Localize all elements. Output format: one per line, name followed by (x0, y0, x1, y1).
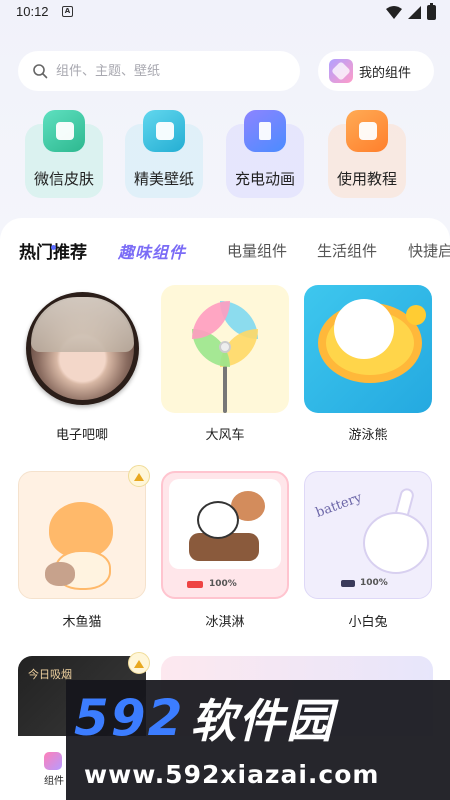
battery-mini-icon (341, 579, 355, 587)
widget-card-wooden-fish-cat[interactable] (18, 471, 146, 599)
quick-charging-animation[interactable]: 充电动画 (222, 108, 308, 200)
widget-caption: 冰淇淋 (205, 615, 245, 630)
battery-charge-icon (244, 110, 286, 152)
quick-label: 精美壁纸 (133, 170, 194, 188)
my-widgets-label: 我的组件 (359, 65, 412, 81)
watermark-logo-number: 592 (74, 689, 185, 747)
signal-icon (408, 6, 421, 19)
pinwheel-hub (219, 341, 231, 353)
widget-card-swim-bear[interactable] (304, 285, 432, 413)
tab-battery[interactable]: 电量组件 (227, 240, 287, 261)
widget-card-white-rabbit[interactable]: battery 100% (304, 471, 432, 599)
document-icon (346, 110, 388, 152)
tab-life[interactable]: 生活组件 (317, 240, 377, 261)
bottom-nav-widgets-label[interactable]: 组件 (44, 772, 64, 787)
widget-card-ice-cream[interactable]: 100% (161, 471, 289, 599)
quick-actions: 微信皮肤 精美壁纸 充电动画 使用教程 (0, 108, 450, 200)
quick-wallpaper[interactable]: 精美壁纸 (121, 108, 207, 200)
watermark-url: www.592xiazai.com (84, 760, 380, 789)
battery-level: 100% (341, 578, 388, 588)
battery-mini-icon (187, 580, 203, 588)
wifi-icon (386, 6, 402, 19)
watermark-overlay: 592 软件园 www.592xiazai.com (66, 680, 450, 800)
battery-icon (427, 3, 436, 20)
battery-level: 100% (187, 577, 265, 591)
widget-card-pinwheel[interactable] (161, 285, 289, 413)
tab-fun[interactable]: 趣味组件 (118, 240, 186, 263)
widget-caption: 大风车 (205, 428, 245, 443)
bunny-art (197, 501, 239, 539)
premium-crown-icon (128, 652, 150, 674)
watermark-logo: 592 软件园 (74, 689, 334, 748)
duck-art (406, 305, 426, 325)
widget-caption: 木鱼猫 (62, 615, 102, 630)
status-time: 10:12 (16, 4, 49, 19)
tab-hot[interactable]: 热门推荐 (19, 240, 87, 263)
search-input[interactable] (56, 63, 276, 79)
quick-label: 充电动画 (234, 170, 295, 188)
battery-art-text: battery (313, 490, 364, 521)
widgets-tab-icon[interactable] (44, 752, 62, 770)
widget-caption: 游泳熊 (348, 428, 388, 443)
premium-crown-icon (128, 465, 150, 487)
my-widgets-icon (329, 59, 353, 83)
tab-indicator (51, 245, 56, 250)
quick-wechat-skin[interactable]: 微信皮肤 (21, 108, 107, 200)
tab-shortcut[interactable]: 快捷启 (408, 240, 450, 261)
category-tabs: 热门推荐 趣味组件 电量组件 生活组件 快捷启 (0, 240, 450, 280)
status-bar: 10:12 A (0, 0, 450, 26)
widget-caption: 小白兔 (348, 615, 388, 630)
watermark-logo-text: 软件园 (190, 694, 335, 748)
search-icon (33, 64, 48, 79)
notification-icon: A (62, 6, 73, 17)
widget-card-badge[interactable] (18, 285, 146, 413)
tshirt-icon (43, 110, 85, 152)
quick-label: 微信皮肤 (33, 170, 94, 188)
my-widgets-button[interactable]: 我的组件 (318, 51, 434, 91)
search-bar[interactable] (18, 51, 300, 91)
rabbit-art (363, 512, 429, 574)
image-icon (143, 110, 185, 152)
badge-art (26, 292, 139, 405)
bear-art (334, 299, 394, 359)
quick-label: 使用教程 (336, 170, 397, 188)
quick-tutorial[interactable]: 使用教程 (324, 108, 410, 200)
widget-caption: 电子吧唧 (55, 428, 108, 443)
